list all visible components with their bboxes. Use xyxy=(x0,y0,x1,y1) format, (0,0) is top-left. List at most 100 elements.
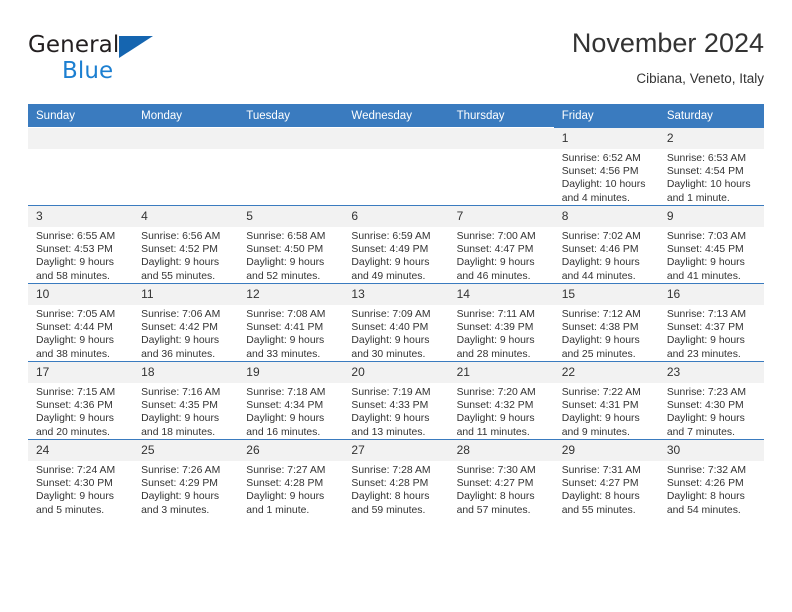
day-detail-line: Sunrise: 6:58 AM xyxy=(246,231,326,242)
day-details: Sunrise: 6:55 AM Sunset: 4:53 PM Daylight:… xyxy=(28,227,133,283)
page-title: November 2024 xyxy=(571,28,764,58)
day-detail-line: Sunset: 4:46 PM xyxy=(561,244,639,256)
day-cell[interactable]: 25 Sunrise: 7:26 AM Sunset: 4:29 PM Dayligh… xyxy=(133,439,239,517)
day-detail-line: and 7 minutes. xyxy=(666,426,736,438)
day-detail-line: and 54 minutes. xyxy=(666,504,741,516)
day-detail-line: Sunset: 4:31 PM xyxy=(561,400,639,412)
day-cell[interactable]: 6 Sunrise: 6:59 AM Sunset: 4:49 PM Daylight… xyxy=(343,205,449,283)
day-detail-line: Sunset: 4:27 PM xyxy=(561,478,639,490)
day-cell-inner xyxy=(28,127,134,205)
day-cell[interactable]: 15 Sunrise: 7:12 AM Sunset: 4:38 PM Dayligh… xyxy=(553,283,659,361)
day-cell[interactable]: 16 Sunrise: 7:13 AM Sunset: 4:37 PM Dayligh… xyxy=(658,283,764,361)
day-detail-line: Sunset: 4:45 PM xyxy=(666,244,744,256)
day-cell-inner: 18 Sunrise: 7:16 AM Sunset: 4:35 PM Dayligh… xyxy=(133,361,239,439)
weekday-header-thursday: Thursday xyxy=(448,104,554,127)
day-cell[interactable]: 11 Sunrise: 7:06 AM Sunset: 4:42 PM Dayligh… xyxy=(133,283,239,361)
day-number: 19 xyxy=(238,362,344,383)
logo[interactable]: General Blue xyxy=(28,34,248,90)
day-cell[interactable]: 8 Sunrise: 7:02 AM Sunset: 4:46 PM Daylight… xyxy=(553,205,659,283)
day-number: 26 xyxy=(238,440,344,461)
day-cell-inner xyxy=(343,127,449,205)
day-number: 2 xyxy=(658,128,764,149)
day-cell[interactable]: 20 Sunrise: 7:19 AM Sunset: 4:33 PM Dayligh… xyxy=(343,361,449,439)
day-detail-line: Sunset: 4:44 PM xyxy=(36,322,113,334)
day-cell[interactable]: 13 Sunrise: 7:09 AM Sunset: 4:40 PM Dayligh… xyxy=(343,283,449,361)
day-details: Sunrise: 7:32 AM Sunset: 4:26 PM Daylight:… xyxy=(659,461,764,517)
day-cell[interactable]: 22 Sunrise: 7:22 AM Sunset: 4:31 PM Dayligh… xyxy=(553,361,659,439)
day-cell[interactable]: 3 Sunrise: 6:55 AM Sunset: 4:53 PM Daylight… xyxy=(28,205,134,283)
day-cell[interactable]: 23 Sunrise: 7:23 AM Sunset: 4:30 PM Dayligh… xyxy=(658,361,764,439)
day-cell-inner xyxy=(448,127,554,205)
day-detail-line: and 52 minutes. xyxy=(246,270,321,282)
day-details: Sunrise: 6:58 AM Sunset: 4:50 PM Daylight:… xyxy=(238,227,343,283)
day-detail-line: and 4 minutes. xyxy=(561,192,630,204)
day-detail-line: and 38 minutes. xyxy=(36,348,110,360)
day-details: Sunrise: 7:28 AM Sunset: 4:28 PM Daylight:… xyxy=(343,461,448,517)
day-detail-line: Sunrise: 7:18 AM xyxy=(246,387,326,398)
day-cell[interactable]: 4 Sunrise: 6:56 AM Sunset: 4:52 PM Daylight… xyxy=(133,205,239,283)
day-details: Sunrise: 7:02 AM Sunset: 4:46 PM Daylight:… xyxy=(554,227,659,283)
day-number: 5 xyxy=(238,206,344,227)
day-cell[interactable]: 18 Sunrise: 7:16 AM Sunset: 4:35 PM Dayligh… xyxy=(133,361,239,439)
day-cell[interactable]: 1 Sunrise: 6:52 AM Sunset: 4:56 PM Daylight… xyxy=(553,127,659,205)
day-cell-inner: 17 Sunrise: 7:15 AM Sunset: 4:36 PM Dayligh… xyxy=(28,361,134,439)
day-cell-inner: 28 Sunrise: 7:30 AM Sunset: 4:27 PM Dayligh… xyxy=(448,439,554,517)
day-cell-inner: 21 Sunrise: 7:20 AM Sunset: 4:32 PM Dayligh… xyxy=(448,361,554,439)
day-detail-line: and 46 minutes. xyxy=(456,270,531,282)
day-cell[interactable]: 2 Sunrise: 6:53 AM Sunset: 4:54 PM Daylight… xyxy=(658,127,764,205)
day-details xyxy=(449,149,554,152)
day-cell[interactable]: 14 Sunrise: 7:11 AM Sunset: 4:39 PM Dayligh… xyxy=(448,283,554,361)
day-cell[interactable]: 30 Sunrise: 7:32 AM Sunset: 4:26 PM Dayligh… xyxy=(658,439,764,517)
day-cell[interactable]: 5 Sunrise: 6:58 AM Sunset: 4:50 PM Daylight… xyxy=(238,205,344,283)
day-detail-line: Daylight: 9 hours xyxy=(456,257,535,269)
day-cell[interactable]: 7 Sunrise: 7:00 AM Sunset: 4:47 PM Daylight… xyxy=(448,205,554,283)
day-detail-line: Daylight: 10 hours xyxy=(561,179,646,191)
day-number: 15 xyxy=(553,284,659,305)
day-detail-line: and 25 minutes. xyxy=(561,348,636,360)
day-cell[interactable]: 12 Sunrise: 7:08 AM Sunset: 4:41 PM Dayligh… xyxy=(238,283,344,361)
day-cell[interactable]: 24 Sunrise: 7:24 AM Sunset: 4:30 PM Dayligh… xyxy=(28,439,134,517)
day-detail-line: Sunset: 4:32 PM xyxy=(456,400,534,412)
day-cell-inner: 27 Sunrise: 7:28 AM Sunset: 4:28 PM Dayligh… xyxy=(343,439,449,517)
day-detail-line: Sunset: 4:34 PM xyxy=(246,400,324,412)
day-cell[interactable]: 10 Sunrise: 7:05 AM Sunset: 4:44 PM Dayligh… xyxy=(28,283,134,361)
day-cell[interactable]: 9 Sunrise: 7:03 AM Sunset: 4:45 PM Daylight… xyxy=(658,205,764,283)
day-number: 27 xyxy=(343,440,449,461)
empty-day-cell xyxy=(238,127,344,205)
day-detail-line: Daylight: 9 hours xyxy=(141,491,220,503)
day-detail-line: Daylight: 9 hours xyxy=(36,413,114,425)
day-cell[interactable]: 27 Sunrise: 7:28 AM Sunset: 4:28 PM Dayligh… xyxy=(343,439,449,517)
day-detail-line: Daylight: 9 hours xyxy=(36,491,114,503)
day-detail-line: Daylight: 9 hours xyxy=(246,413,325,425)
day-cell[interactable]: 19 Sunrise: 7:18 AM Sunset: 4:34 PM Dayligh… xyxy=(238,361,344,439)
calendar-body: 1 Sunrise: 6:52 AM Sunset: 4:56 PM Daylight… xyxy=(28,127,764,517)
weekday-header-tuesday: Tuesday xyxy=(238,104,344,127)
day-detail-line: Daylight: 9 hours xyxy=(456,335,535,347)
day-cell[interactable]: 29 Sunrise: 7:31 AM Sunset: 4:27 PM Dayligh… xyxy=(553,439,659,517)
day-detail-line: and 41 minutes. xyxy=(666,270,741,282)
day-cell[interactable]: 26 Sunrise: 7:27 AM Sunset: 4:28 PM Dayligh… xyxy=(238,439,344,517)
day-detail-line: Daylight: 9 hours xyxy=(561,335,640,347)
day-number: 18 xyxy=(133,362,239,383)
day-cell[interactable]: 28 Sunrise: 7:30 AM Sunset: 4:27 PM Dayligh… xyxy=(448,439,554,517)
day-number xyxy=(343,128,449,149)
day-detail-line: Sunset: 4:54 PM xyxy=(666,166,744,178)
day-cell-inner: 24 Sunrise: 7:24 AM Sunset: 4:30 PM Dayligh… xyxy=(28,439,134,517)
day-cell-inner: 6 Sunrise: 6:59 AM Sunset: 4:49 PM Daylight… xyxy=(343,205,449,283)
empty-day-cell xyxy=(343,127,449,205)
day-details: Sunrise: 7:26 AM Sunset: 4:29 PM Daylight:… xyxy=(133,461,238,517)
day-detail-line: Sunrise: 7:15 AM xyxy=(36,387,116,398)
day-number: 30 xyxy=(658,440,764,461)
day-detail-line: Sunset: 4:26 PM xyxy=(666,478,744,490)
day-number: 9 xyxy=(658,206,764,227)
empty-day-cell xyxy=(28,127,134,205)
day-cell[interactable]: 21 Sunrise: 7:20 AM Sunset: 4:32 PM Dayligh… xyxy=(448,361,554,439)
day-detail-line: Sunrise: 6:53 AM xyxy=(666,153,746,164)
day-detail-line: Daylight: 9 hours xyxy=(666,335,745,347)
day-number: 3 xyxy=(28,206,134,227)
day-detail-line: Daylight: 9 hours xyxy=(351,335,430,347)
day-detail-line: Sunset: 4:40 PM xyxy=(351,322,429,334)
day-cell[interactable]: 17 Sunrise: 7:15 AM Sunset: 4:36 PM Dayligh… xyxy=(28,361,134,439)
empty-day-cell xyxy=(448,127,554,205)
day-detail-line: and 20 minutes. xyxy=(36,426,110,438)
